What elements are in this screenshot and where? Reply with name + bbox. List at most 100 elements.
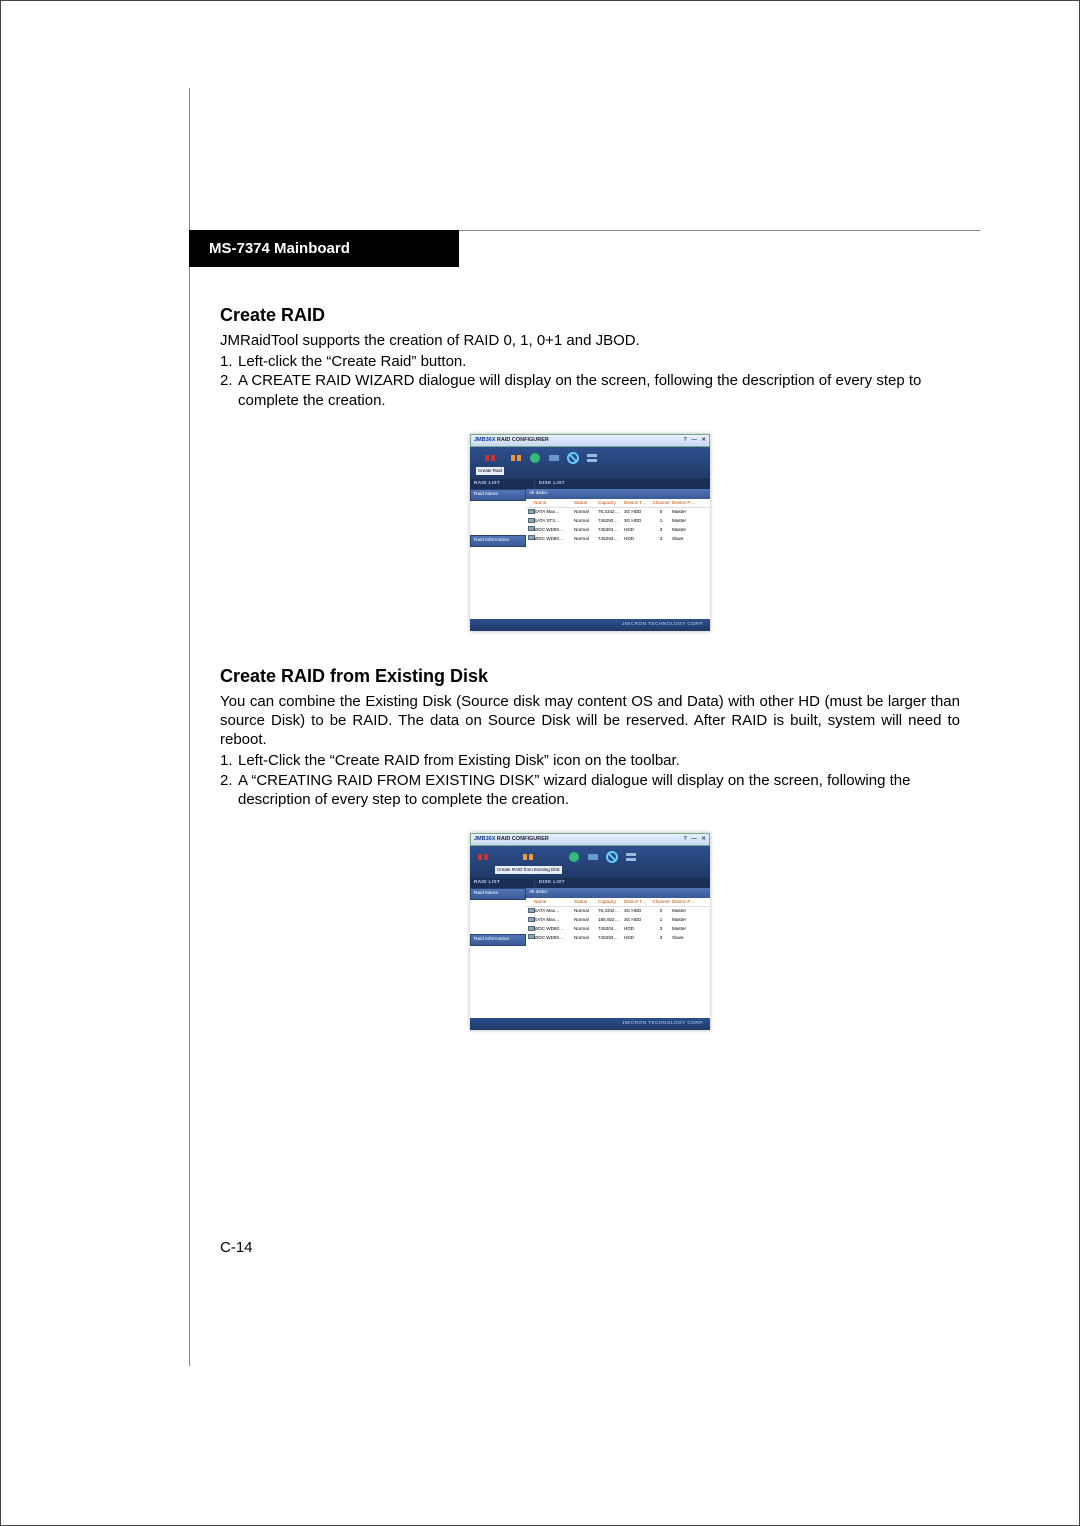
header-bar: MS-7374 Mainboard (189, 230, 459, 267)
create-raid-from-existing-button[interactable] (509, 451, 523, 465)
toolbar-icon-4[interactable] (547, 451, 561, 465)
raid-list-header: Raid List (470, 878, 535, 888)
disk-rows-2: SATA Max…Normal76,3342…3G HDD0MasterSATA… (526, 907, 710, 943)
window-controls[interactable]: ? — ✕ (680, 836, 706, 843)
left-panel: Raid Name Raid Information (470, 489, 526, 619)
screenshot-2: JMB36X RAID CONFIGURER ? — ✕ Create RAID… (220, 833, 960, 1030)
table-row[interactable]: WDC WD80…Normal745293…HDD3Slave (526, 933, 710, 942)
cell-name: SATA Max… (534, 908, 574, 914)
section1-title: Create RAID (220, 304, 960, 327)
cell-device-p: Master (672, 908, 698, 914)
toolbar-icon-5[interactable] (566, 451, 580, 465)
minimize-icon[interactable]: — (691, 836, 697, 842)
cell-status: Normal (574, 935, 598, 941)
cell-device-type: HDD (624, 527, 650, 533)
cell-channel: 3 (650, 536, 672, 542)
content: Create RAID JMRaidTool supports the crea… (220, 304, 960, 1064)
cell-channel: 3 (650, 935, 672, 941)
toolbar-icon-3[interactable] (528, 451, 542, 465)
page-number: C-14 (220, 1239, 253, 1256)
col-status: Status (574, 899, 598, 905)
cell-status: Normal (574, 509, 598, 515)
screenshot-1: JMB36X RAID CONFIGURER ? — ✕ Create Raid (220, 434, 960, 631)
cell-device-type: 3G HDD (624, 509, 650, 515)
window-controls[interactable]: ? — ✕ (680, 437, 706, 444)
right-panel: All disks: Name Status Capacity Device T… (526, 489, 710, 619)
step-number: 2. (220, 371, 238, 409)
cell-capacity: 745293… (598, 518, 624, 524)
step-number: 1. (220, 352, 238, 371)
section1-step1: 1. Left-click the “Create Raid” button. (220, 352, 960, 371)
window-title: JMB36X RAID CONFIGURER (474, 437, 549, 444)
raid-information-button[interactable]: Raid Information (470, 535, 526, 547)
all-disks-label: All disks: (526, 888, 710, 898)
help-icon[interactable]: ? (683, 836, 686, 842)
section1-intro: JMRaidTool supports the creation of RAID… (220, 331, 960, 350)
toolbar-icon-6[interactable] (585, 451, 599, 465)
cell-device-type: HDD (624, 536, 650, 542)
col-device-p: Device P… (672, 500, 698, 506)
section2-step1: 1. Left-Click the “Create RAID from Exis… (220, 751, 960, 770)
tooltip-create-raid-existing: Create RAID from Existing Disk (495, 866, 562, 874)
cell-name: WDC WD80… (534, 536, 574, 542)
raid-configurer-window: JMB36X RAID CONFIGURER ? — ✕ Create Raid (470, 434, 710, 631)
lists-header: Raid List Disk List (470, 479, 710, 489)
cell-capacity: 745304… (598, 527, 624, 533)
section2-step2: 2. A “CREATING RAID FROM EXISTING DISK” … (220, 771, 960, 809)
cell-device-p: Master (672, 518, 698, 524)
raid-name-button[interactable]: Raid Name (470, 888, 526, 900)
cell-channel: 3 (650, 527, 672, 533)
col-name: Name (534, 899, 574, 905)
create-raid-from-existing-button[interactable]: Create RAID from Existing Disk (495, 850, 562, 874)
minimize-icon[interactable]: — (691, 437, 697, 443)
cell-channel: 1 (650, 518, 672, 524)
cell-name: WDC WD80… (534, 926, 574, 932)
col-name: Name (534, 500, 574, 506)
left-panel: Raid Name Raid Information (470, 888, 526, 1018)
window-titlebar: JMB36X RAID CONFIGURER ? — ✕ (470, 833, 710, 846)
raid-name-button[interactable]: Raid Name (470, 489, 526, 501)
create-raid-button[interactable]: Create Raid (476, 451, 504, 475)
step-text: Left-click the “Create Raid” button. (238, 352, 960, 371)
toolbar: Create RAID from Existing Disk (470, 846, 710, 878)
table-row[interactable]: WDC WD80…Normal745293…HDD3Slave (526, 534, 710, 543)
cell-capacity: 745293… (598, 536, 624, 542)
table-row[interactable]: SATA Max…Normal185,922…3G HDD1Master (526, 916, 710, 925)
grid-header: Name Status Capacity Device T… Channel D… (526, 898, 710, 907)
table-row[interactable]: SATA Max…Normal76,3342…3G HDD0Master (526, 508, 710, 517)
toolbar-icon-6[interactable] (624, 850, 638, 864)
window-title: JMB36X RAID CONFIGURER (474, 836, 549, 843)
help-icon[interactable]: ? (683, 437, 686, 443)
all-disks-label: All disks: (526, 489, 710, 499)
step-text: A “CREATING RAID FROM EXISTING DISK” wiz… (238, 771, 960, 809)
cell-name: SATA Max… (534, 509, 574, 515)
toolbar-icon-5[interactable] (605, 850, 619, 864)
app-footer: JMicron Technology Corp. (470, 619, 710, 631)
cell-device-type: HDD (624, 926, 650, 932)
create-raid-button[interactable] (476, 850, 490, 864)
cell-device-p: Master (672, 917, 698, 923)
cell-channel: 1 (650, 917, 672, 923)
raid-information-button[interactable]: Raid Information (470, 934, 526, 946)
step-number: 2. (220, 771, 238, 809)
toolbar-icon-4[interactable] (586, 850, 600, 864)
col-channel: Channel (650, 899, 672, 905)
col-status: Status (574, 500, 598, 506)
close-icon[interactable]: ✕ (701, 437, 706, 443)
grid-header: Name Status Capacity Device T… Channel D… (526, 499, 710, 508)
table-row[interactable]: WDC WD80…Normal745304…HDD3Master (526, 525, 710, 534)
cell-status: Normal (574, 536, 598, 542)
header-title: MS-7374 Mainboard (209, 240, 350, 257)
raid-configurer-window: JMB36X RAID CONFIGURER ? — ✕ Create RAID… (470, 833, 710, 1030)
col-capacity: Capacity (598, 899, 624, 905)
table-row[interactable]: WDC WD80…Normal745304…HDD3Master (526, 925, 710, 934)
cell-capacity: 76,3342… (598, 509, 624, 515)
section1-step2: 2. A CREATE RAID WIZARD dialogue will di… (220, 371, 960, 409)
cell-channel: 0 (650, 509, 672, 515)
cell-device-type: 3G HDD (624, 917, 650, 923)
table-row[interactable]: SATA Max…Normal76,3342…3G HDD0Master (526, 907, 710, 916)
close-icon[interactable]: ✕ (701, 836, 706, 842)
cell-device-type: 3G HDD (624, 908, 650, 914)
toolbar-icon-3[interactable] (567, 850, 581, 864)
table-row[interactable]: SATA ST3…Normal745293…3G HDD1Master (526, 517, 710, 526)
